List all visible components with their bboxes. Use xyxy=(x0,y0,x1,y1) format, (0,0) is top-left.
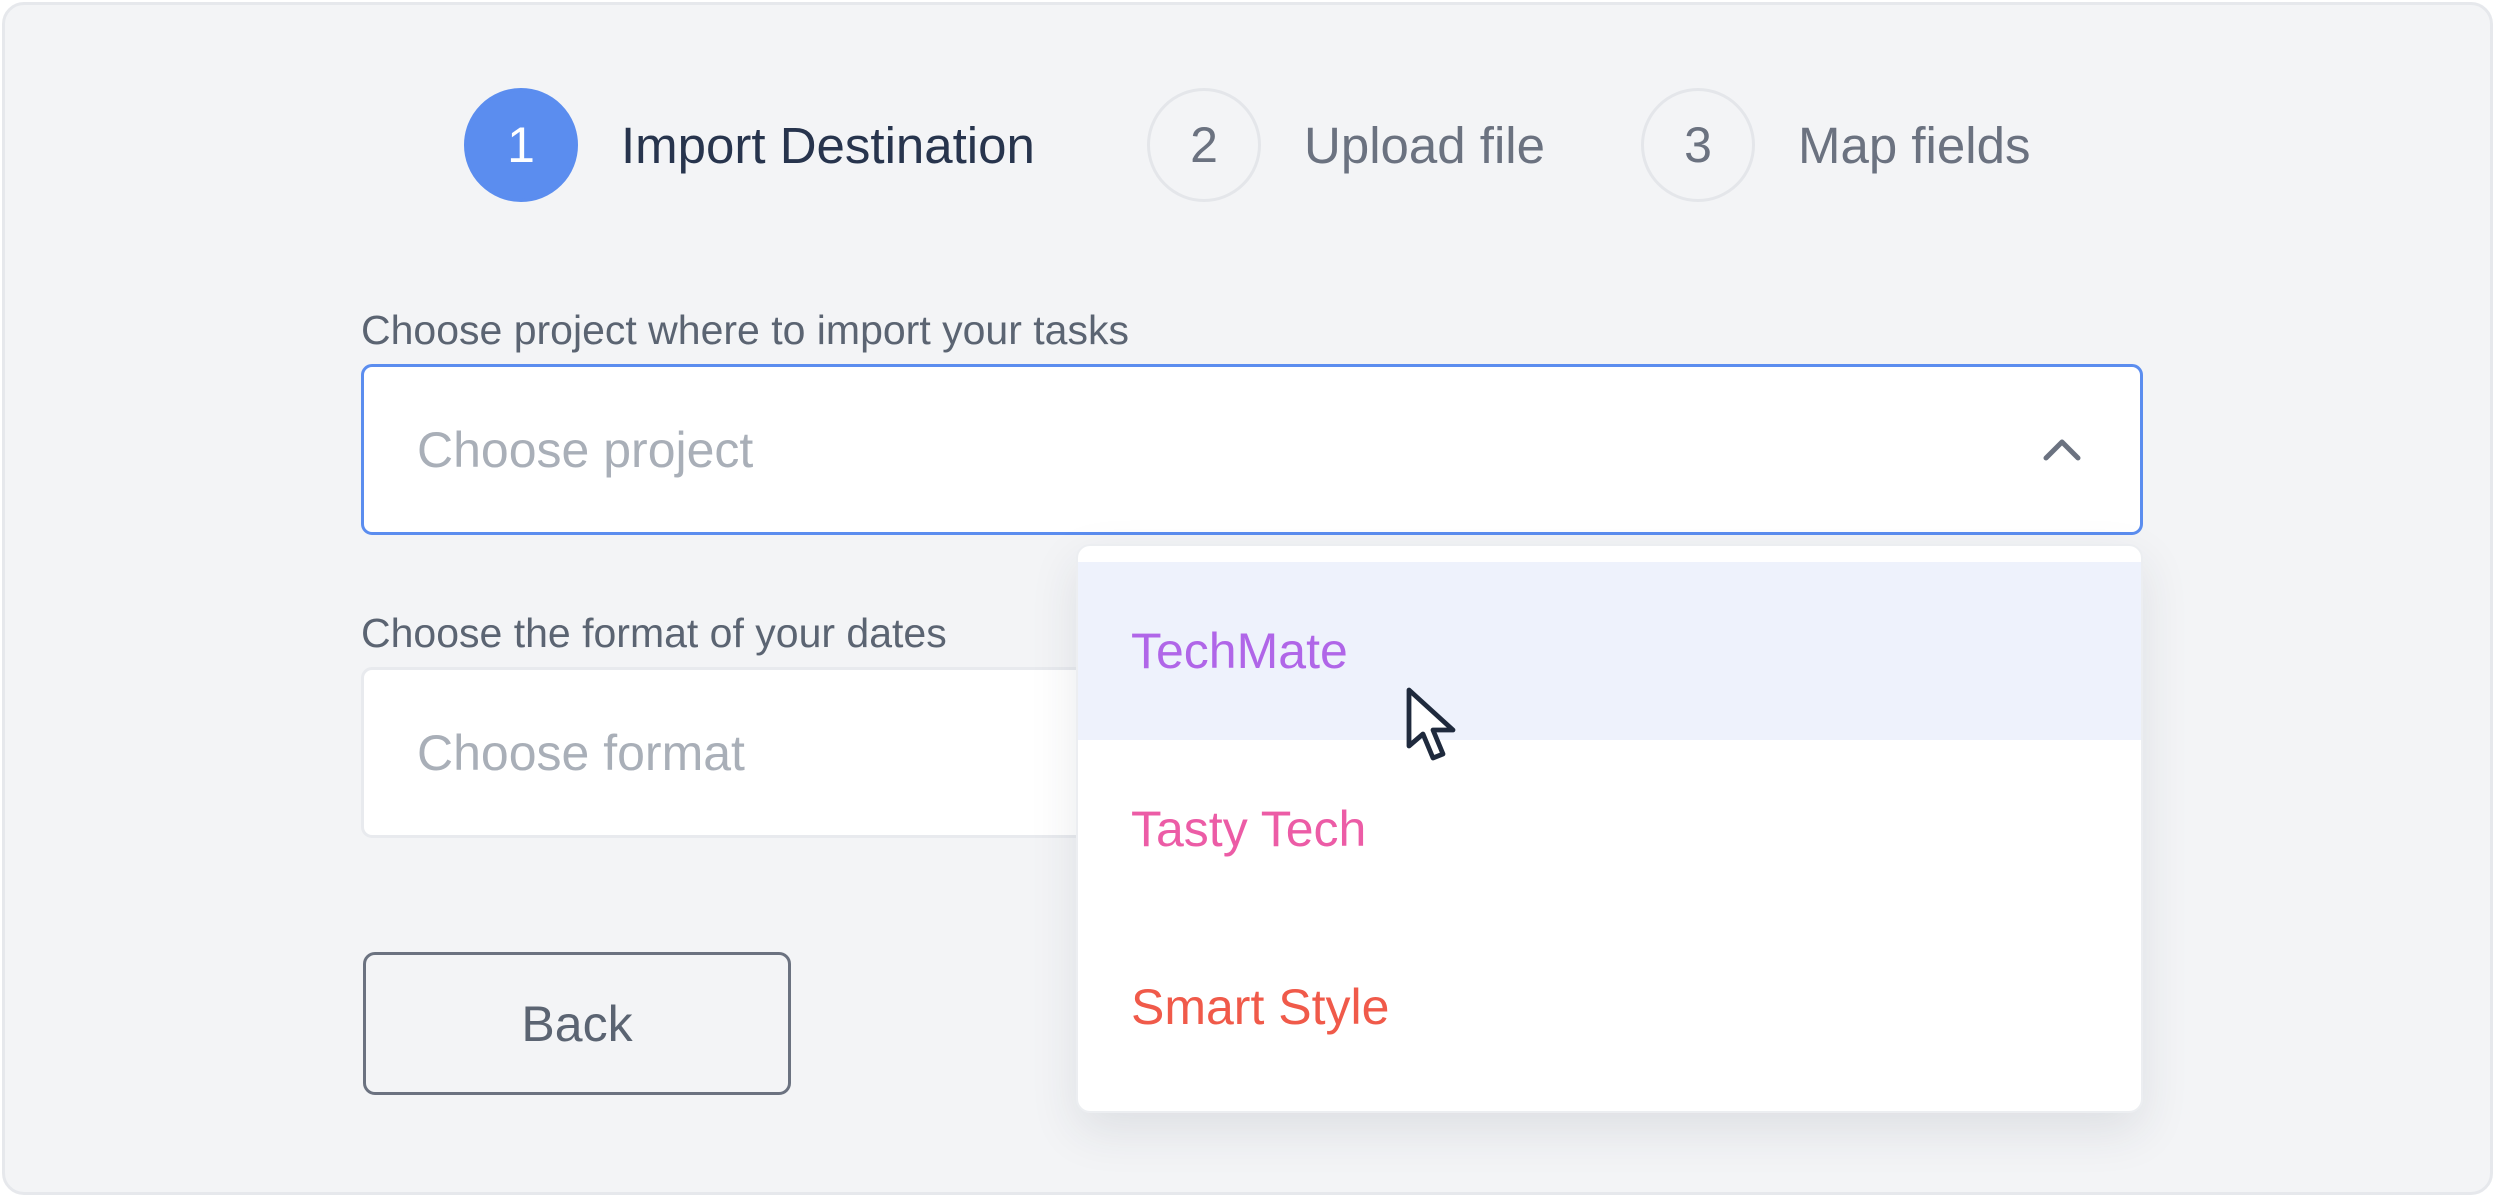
option-label: Smart Style xyxy=(1131,979,1390,1035)
step-number-badge: 2 xyxy=(1147,88,1261,202)
project-option-techmate[interactable]: TechMate xyxy=(1078,562,2141,740)
mouse-pointer-icon xyxy=(1406,687,1456,761)
format-select-placeholder: Choose format xyxy=(417,724,745,781)
chevron-up-icon xyxy=(2043,439,2081,460)
format-field-label: Choose the format of your dates xyxy=(361,610,947,656)
step-map-fields[interactable]: 3 Map fields xyxy=(1641,88,2030,202)
option-label: Tasty Tech xyxy=(1131,801,1367,857)
step-label: Upload file xyxy=(1304,116,1545,174)
step-label: Import Destination xyxy=(621,116,1035,174)
project-select-placeholder: Choose project xyxy=(417,421,754,478)
project-dropdown-menu: TechMate Tasty Tech Smart Style xyxy=(1076,544,2143,1113)
project-field-label: Choose project where to import your task… xyxy=(361,307,1129,353)
step-import-destination[interactable]: 1 Import Destination xyxy=(464,88,1035,202)
project-option-tasty-tech[interactable]: Tasty Tech xyxy=(1078,740,2141,918)
project-option-smart-style[interactable]: Smart Style xyxy=(1078,918,2141,1096)
option-label: TechMate xyxy=(1131,623,1348,679)
project-select[interactable]: Choose project xyxy=(361,364,2143,535)
back-button[interactable]: Back xyxy=(363,952,791,1095)
step-label: Map fields xyxy=(1798,116,2031,174)
step-number-badge: 1 xyxy=(464,88,578,202)
step-upload-file[interactable]: 2 Upload file xyxy=(1147,88,1545,202)
import-wizard-panel: 1 Import Destination 2 Upload file 3 Map… xyxy=(2,2,2493,1195)
step-number-badge: 3 xyxy=(1641,88,1755,202)
